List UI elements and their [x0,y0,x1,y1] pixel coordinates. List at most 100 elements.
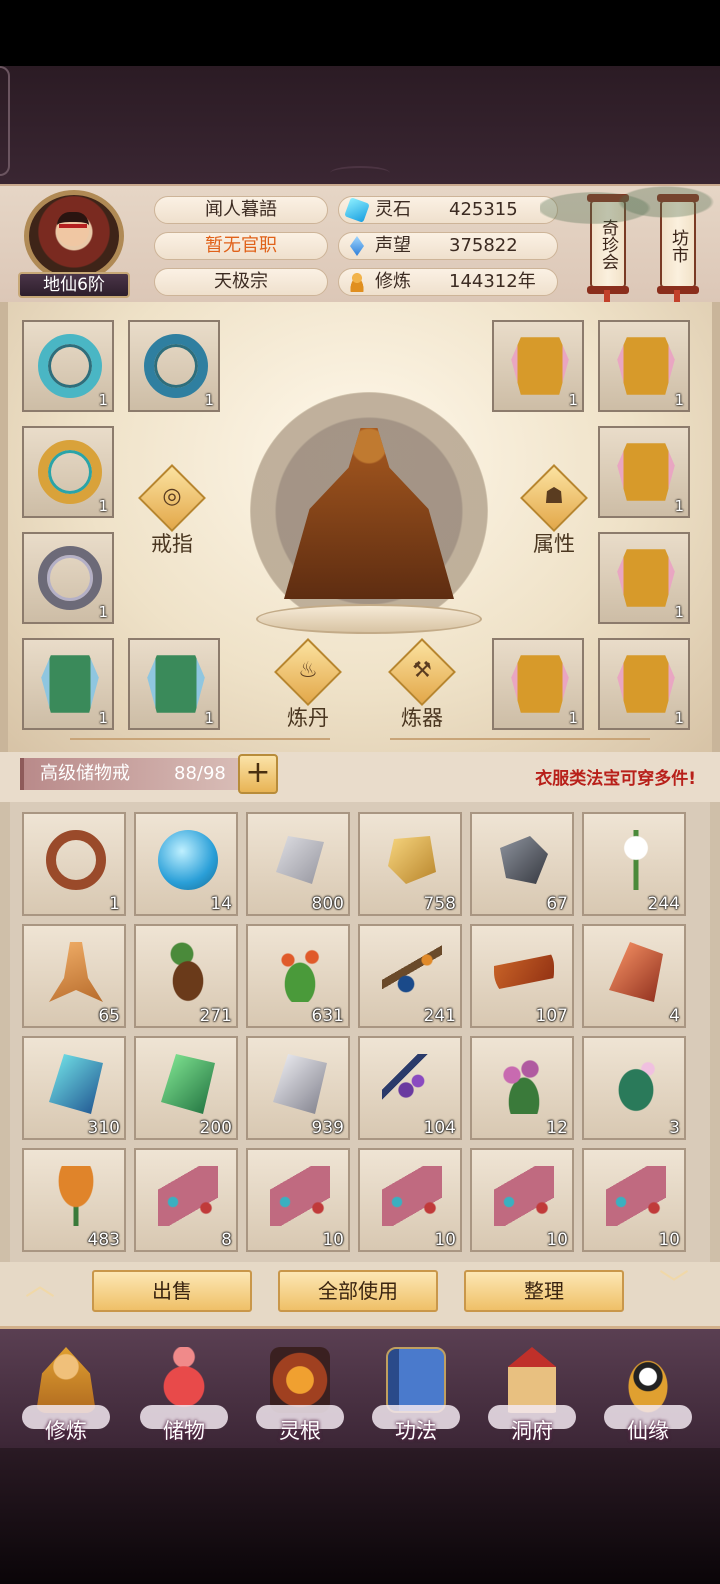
item-count: 1 [204,709,214,727]
item-count: 104 [423,1118,456,1138]
gold-ring-icon [38,440,102,504]
equip-slot-robe[interactable]: 1 [492,638,584,730]
inventory-slot[interactable]: 271 [134,924,238,1028]
inventory-slot[interactable]: 3 [582,1036,686,1140]
cultivate-icon [36,1347,96,1413]
golden-robe-icon [617,337,675,395]
inventory-slot[interactable]: 631 [246,924,350,1028]
attributes-button[interactable]: ☗ 属性 [518,464,588,556]
item-count: 1 [674,497,684,515]
resource-value: 144312年 [449,271,536,292]
nav-label: 灵根 [279,1419,321,1443]
expand-storage-button[interactable]: + [238,754,278,794]
lotus-pedestal [256,604,482,634]
storage-bar: 高级储物戒 88/98 + 衣服类法宝可穿多件! [0,752,720,802]
purple-berries-icon [382,1054,442,1114]
inventory-slot[interactable]: 483 [22,1148,126,1252]
inventory-slot[interactable]: 800 [246,812,350,916]
nav-label: 洞府 [511,1419,553,1443]
feather-robe-icon [147,655,205,713]
inventory-slot[interactable]: 65 [22,924,126,1028]
sort-button[interactable]: 整理 [464,1270,624,1312]
avatar[interactable] [22,190,126,282]
inventory-slot[interactable]: 12 [470,1036,574,1140]
nav-label: 仙缘 [627,1419,669,1443]
equip-slot-ring[interactable]: 1 [22,426,114,518]
item-count: 758 [423,894,456,914]
item-count: 3 [669,1118,680,1138]
item-count: 1 [98,497,108,515]
inventory-slot[interactable]: 67 [470,812,574,916]
resource-reputation: 声望 375822 [338,232,558,260]
avatar-headband [59,224,87,228]
inventory-slot[interactable]: 14 [134,812,238,916]
equip-slot-robe[interactable]: 1 [598,426,690,518]
bottom-nav: 修炼 储物 灵根 功法 洞府 仙缘 [0,1326,720,1448]
divider-right [390,738,650,740]
resource-value: 425315 [449,199,518,220]
equip-slot-ring[interactable]: 1 [22,532,114,624]
attributes-label: 属性 [533,532,575,556]
equip-slot-ring[interactable]: 1 [128,320,220,412]
anvil-icon: ⚒ [412,658,432,683]
equip-slot-robe[interactable]: 1 [492,320,584,412]
nav-technique[interactable]: 功法 [364,1339,464,1449]
equip-slot-robe[interactable]: 1 [128,638,220,730]
item-count: 800 [311,894,344,914]
inventory-slot[interactable]: 241 [358,924,462,1028]
inventory-slot[interactable]: 244 [582,812,686,916]
nav-spirit-root[interactable]: 灵根 [248,1339,348,1449]
cauldron-icon: ♨ [298,658,318,683]
item-count: 1 [674,603,684,621]
item-count: 12 [546,1118,568,1138]
item-count: 8 [221,1230,232,1250]
ring-button[interactable]: ◎ 戒指 [136,464,206,556]
use-all-button[interactable]: 全部使用 [278,1270,438,1312]
inventory-slot[interactable]: 107 [470,924,574,1028]
fruit-branch-icon [382,942,442,1002]
left-edge-tab[interactable] [0,66,10,176]
character-silhouette [240,392,498,642]
agate-ring-icon [46,830,106,890]
nav-cave-dwelling[interactable]: 洞府 [480,1339,580,1449]
inventory-slot[interactable]: 200 [134,1036,238,1140]
inventory-slot[interactable]: 10 [246,1148,350,1252]
storage-count: 88/98 [174,763,226,784]
golden-robe-icon [511,337,569,395]
inventory-slot[interactable]: 10 [358,1148,462,1252]
equip-slot-ring[interactable]: 1 [22,320,114,412]
equip-slot-robe[interactable]: 1 [598,638,690,730]
top-ornament [330,166,390,180]
attributes-icon: ☗ [544,484,564,509]
page-down-arrow-icon[interactable]: ﹀ [654,1271,694,1301]
equip-slot-robe[interactable]: 1 [598,320,690,412]
sell-button[interactable]: 出售 [92,1270,252,1312]
ginseng-root-icon [49,942,103,1002]
nav-immortal-fate[interactable]: 仙缘 [596,1339,696,1449]
nav-storage[interactable]: 储物 [132,1339,232,1449]
seed-pods-icon [158,942,218,1002]
inventory-slot[interactable]: 8 [134,1148,238,1252]
equip-slot-robe[interactable]: 1 [22,638,114,730]
forge-button[interactable]: ⚒ 炼器 [386,638,456,730]
inventory-slot[interactable]: 1 [22,812,126,916]
page-up-arrow-icon[interactable]: ︿ [20,1271,60,1301]
item-count: 244 [647,894,680,914]
inventory-slot[interactable]: 758 [358,812,462,916]
inventory-slot[interactable]: 4 [582,924,686,1028]
nav-cultivate[interactable]: 修炼 [14,1339,114,1449]
caterpillar-fungus-icon [494,954,554,990]
pine-decoration [540,184,720,244]
inventory-slot[interactable]: 10 [470,1148,574,1252]
item-count: 1 [98,391,108,409]
inventory-slot[interactable]: 10 [582,1148,686,1252]
pearl-ring-icon [38,546,102,610]
beaded-scroll-icon [158,1166,218,1226]
equip-slot-robe[interactable]: 1 [598,532,690,624]
silver-crystal-icon [273,1054,327,1114]
alchemy-button[interactable]: ♨ 炼丹 [272,638,342,730]
inventory-slot[interactable]: 939 [246,1036,350,1140]
top-backdrop [0,66,720,184]
inventory-slot[interactable]: 104 [358,1036,462,1140]
inventory-slot[interactable]: 310 [22,1036,126,1140]
